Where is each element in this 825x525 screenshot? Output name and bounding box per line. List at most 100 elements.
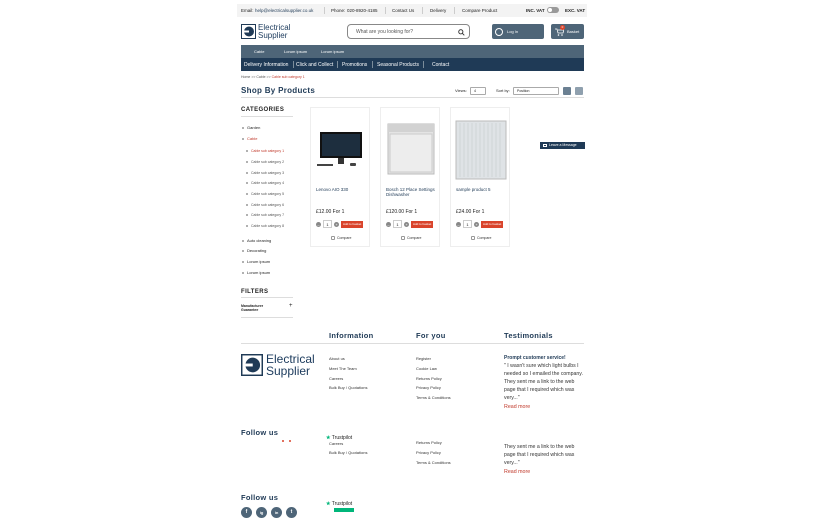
- footer-link[interactable]: Privacy Policy: [416, 450, 441, 455]
- category-item[interactable]: Lorum ipsum: [242, 259, 270, 264]
- exc-vat-label: EXC. VAT: [565, 8, 586, 13]
- qty-increase-button[interactable]: +: [334, 221, 339, 227]
- subcategory-item[interactable]: Cable sub category 4: [246, 181, 284, 185]
- nav-item-seasonal[interactable]: Seasonal Products: [377, 62, 419, 68]
- checkbox-icon[interactable]: [401, 236, 405, 240]
- trustpilot-stars-icon: [334, 508, 354, 512]
- breadcrumb-cable[interactable]: Cable: [256, 75, 265, 79]
- instagram-icon[interactable]: ig: [256, 507, 267, 518]
- user-icon: [495, 27, 503, 36]
- phone-link[interactable]: 020-8920-4185: [347, 8, 378, 13]
- sort-label: Sort by:: [496, 88, 510, 93]
- qty-decrease-button[interactable]: –: [386, 221, 391, 227]
- search-box[interactable]: What are you looking for?: [347, 24, 470, 39]
- subcategory-item[interactable]: Cable sub category 2: [246, 160, 284, 164]
- qty-increase-button[interactable]: +: [474, 221, 479, 227]
- carousel-dot[interactable]: [289, 440, 291, 442]
- linkedin-icon[interactable]: in: [271, 507, 282, 518]
- footer-information-title: Information: [329, 331, 374, 340]
- vat-toggle[interactable]: [547, 7, 559, 13]
- compare-checkbox[interactable]: Compare: [331, 236, 351, 240]
- product-image-radiator[interactable]: [454, 119, 508, 181]
- leave-message-button[interactable]: Leave a Message: [540, 142, 585, 149]
- add-to-basket-button[interactable]: Add to basket: [411, 220, 434, 228]
- footer-link[interactable]: Returns Policy: [416, 440, 442, 445]
- product-image-monitor[interactable]: [314, 130, 368, 170]
- footer-link[interactable]: Terms & Conditions: [416, 460, 451, 465]
- category-item[interactable]: Decorating: [242, 248, 266, 253]
- nav-item-contact[interactable]: Contact: [432, 62, 449, 68]
- list-view-icon[interactable]: [575, 87, 583, 95]
- subcategory-item[interactable]: Cable sub category 6: [246, 203, 284, 207]
- add-to-basket-button[interactable]: Add to basket: [341, 220, 364, 228]
- contact-link[interactable]: Contact Us: [392, 8, 414, 13]
- nav-item-click-collect[interactable]: Click and Collect: [296, 62, 333, 68]
- add-to-basket-button[interactable]: Add to basket: [481, 220, 504, 228]
- read-more-link[interactable]: Read more: [504, 404, 530, 410]
- footer-link[interactable]: Returns Policy: [416, 376, 442, 381]
- footer-link[interactable]: Register: [416, 356, 431, 361]
- site-logo[interactable]: Electrical Supplier: [241, 24, 301, 40]
- footer-link[interactable]: Privacy Policy: [416, 385, 441, 390]
- compare-checkbox[interactable]: Compare: [401, 236, 421, 240]
- footer-link[interactable]: Cookie Law: [416, 366, 437, 371]
- search-icon[interactable]: [458, 29, 465, 36]
- logo-line2: Supplier: [258, 31, 288, 40]
- nav-top-item[interactable]: Lorum ipsum: [321, 49, 344, 54]
- main-nav: Delivery Information Click and Collect P…: [241, 58, 584, 71]
- checkbox-icon[interactable]: [331, 236, 335, 240]
- category-item[interactable]: Auto cleaning: [242, 238, 271, 243]
- footer-link[interactable]: About us: [329, 356, 345, 361]
- filter-expand-icon[interactable]: +: [289, 303, 293, 309]
- testimonial-text: They sent me a link to the web page that…: [504, 444, 575, 467]
- sort-select[interactable]: Position: [513, 87, 559, 95]
- footer-link[interactable]: Bulk Buy / Quotations: [329, 450, 367, 455]
- footer-link[interactable]: Meet The Team: [329, 366, 357, 371]
- subcategory-item[interactable]: Cable sub category 5: [246, 192, 284, 196]
- grid-view-icon[interactable]: [563, 87, 571, 95]
- carousel-dot[interactable]: [282, 440, 284, 442]
- nav-top-item[interactable]: Lorum ipsum: [284, 49, 307, 54]
- qty-decrease-button[interactable]: –: [456, 221, 461, 227]
- footer-link[interactable]: Careers: [329, 376, 343, 381]
- qty-input[interactable]: 1: [393, 220, 402, 228]
- product-name[interactable]: sample product 5: [456, 187, 510, 192]
- qty-decrease-button[interactable]: –: [316, 221, 321, 227]
- nav-top-item[interactable]: Cable: [254, 49, 264, 54]
- views-select[interactable]: 4: [470, 87, 486, 95]
- subcategory-item[interactable]: Cable sub category 8: [246, 224, 284, 228]
- read-more-link[interactable]: Read more: [504, 469, 530, 475]
- search-input[interactable]: What are you looking for?: [356, 29, 413, 35]
- product-image-dishwasher[interactable]: [384, 120, 438, 178]
- subcategory-item[interactable]: Cable sub category 1: [246, 149, 284, 153]
- nav-item-delivery[interactable]: Delivery Information: [244, 62, 288, 68]
- category-garden[interactable]: Garden: [242, 125, 260, 130]
- breadcrumb-home[interactable]: Home: [241, 75, 250, 79]
- footer-link[interactable]: Terms & Conditions: [416, 395, 451, 400]
- product-name[interactable]: Lenovo AIO 330: [316, 187, 370, 192]
- product-name[interactable]: Bosch 12 Place Settings Dishwasher: [386, 187, 440, 198]
- subcategory-item[interactable]: Cable sub category 7: [246, 213, 284, 217]
- footer-link[interactable]: Bulk Buy / Quotations: [329, 385, 367, 390]
- subcategory-item[interactable]: Cable sub category 3: [246, 171, 284, 175]
- facebook-icon[interactable]: f: [241, 507, 252, 518]
- category-item[interactable]: Lorum ipsum: [242, 270, 270, 275]
- category-cable[interactable]: Cable: [242, 136, 257, 141]
- delivery-link[interactable]: Delivery: [430, 8, 446, 13]
- login-button[interactable]: Log In: [492, 24, 544, 39]
- email-link[interactable]: help@electricalsupplier.co.uk: [255, 8, 313, 13]
- nav-item-promotions[interactable]: Promotions: [342, 62, 367, 68]
- compare-checkbox[interactable]: Compare: [471, 236, 491, 240]
- footer-logo[interactable]: Electrical Supplier: [241, 353, 323, 378]
- trustpilot-logo[interactable]: ★ Trustpilot: [326, 501, 352, 507]
- basket-button[interactable]: Basket 0: [551, 24, 584, 39]
- compare-link[interactable]: Compare Product: [462, 8, 497, 13]
- twitter-icon[interactable]: t: [286, 507, 297, 518]
- filter-manufacturer-guarantee[interactable]: Manufacturer Guarantee: [241, 304, 271, 312]
- qty-input[interactable]: 1: [323, 220, 332, 228]
- footer-foryou-title: For you: [416, 331, 446, 340]
- footer-link[interactable]: Careers: [329, 441, 343, 446]
- qty-increase-button[interactable]: +: [404, 221, 409, 227]
- qty-input[interactable]: 1: [463, 220, 472, 228]
- checkbox-icon[interactable]: [471, 236, 475, 240]
